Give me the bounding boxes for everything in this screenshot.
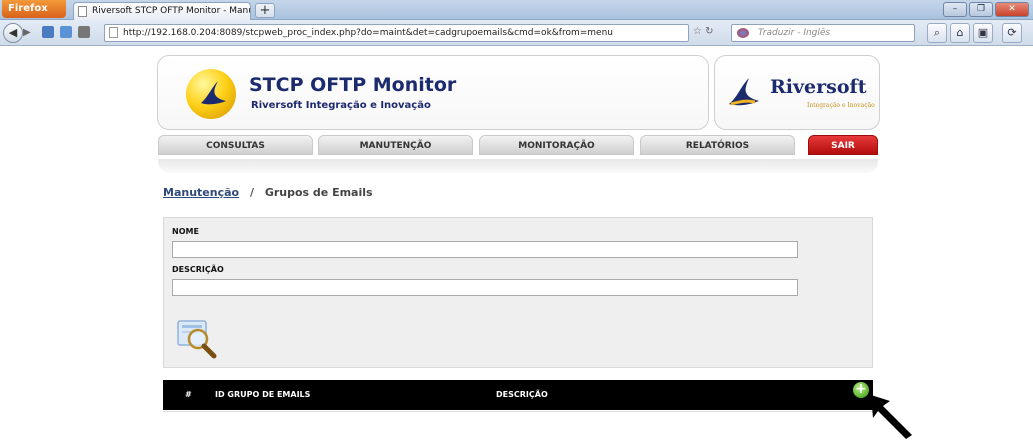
page-icon bbox=[78, 6, 87, 17]
new-tab-button[interactable]: + bbox=[255, 3, 275, 18]
home-icon[interactable]: ⌂ bbox=[950, 23, 970, 43]
column-id-grupo: ID GRUPO DE EMAILS bbox=[215, 390, 311, 399]
breadcrumb-manutencao[interactable]: Manutenção bbox=[163, 186, 239, 199]
plus-circle-icon[interactable]: + bbox=[853, 382, 869, 398]
star-icon[interactable]: ☆ bbox=[693, 26, 702, 37]
breadcrumb: Manutenção / Grupos de Emails bbox=[163, 186, 373, 199]
close-icon[interactable]: ✕ bbox=[995, 2, 1029, 17]
window-controls: – ❐ ✕ bbox=[943, 2, 1029, 17]
menu-manutencao[interactable]: MANUTENÇÃO bbox=[318, 135, 473, 155]
main-menu: CONSULTAS MANUTENÇÃO MONITORAÇÃO RELATÓR… bbox=[158, 135, 878, 155]
addons-icon[interactable]: ▣ bbox=[973, 23, 993, 43]
firefox-menu-button[interactable]: Firefox bbox=[2, 0, 66, 18]
search-bar[interactable]: Traduzir - Inglês bbox=[731, 24, 915, 42]
flag-icon bbox=[737, 28, 749, 38]
descricao-label: DESCRIÇÃO bbox=[172, 265, 224, 274]
menu-relatorios[interactable]: RELATÓRIOS bbox=[640, 135, 795, 155]
table-header: # ID GRUPO DE EMAILS DESCRIÇÃO + bbox=[163, 380, 873, 410]
menu-sair-button[interactable]: SAIR bbox=[808, 135, 878, 155]
search-icon[interactable]: ⌕ bbox=[927, 23, 947, 43]
url-text: http://192.168.0.204:8089/stcpweb_proc_i… bbox=[123, 28, 613, 38]
column-number: # bbox=[185, 390, 192, 399]
nome-label: NOME bbox=[172, 227, 199, 236]
browser-tab[interactable]: Riversoft STCP OFTP Monitor - Manuten... bbox=[73, 2, 251, 20]
logo-swoosh-icon bbox=[201, 81, 226, 105]
history-icon[interactable] bbox=[78, 26, 90, 38]
minimize-icon[interactable]: – bbox=[943, 2, 967, 17]
table-bottom-border bbox=[163, 411, 873, 412]
page-icon bbox=[109, 27, 118, 38]
app-title: STCP OFTP Monitor bbox=[249, 74, 457, 96]
nome-field[interactable] bbox=[172, 241, 798, 258]
menu-consultas[interactable]: CONSULTAS bbox=[158, 135, 313, 155]
descricao-field[interactable] bbox=[172, 279, 798, 296]
partner-name: Riversoft bbox=[770, 76, 867, 98]
app-subtitle: Riversoft Integração e Inovação bbox=[251, 100, 431, 111]
header-banner: STCP OFTP Monitor Riversoft Integração e… bbox=[157, 55, 709, 130]
page-content: STCP OFTP Monitor Riversoft Integração e… bbox=[0, 47, 1033, 446]
menu-monitoracao[interactable]: MONITORAÇÃO bbox=[479, 135, 634, 155]
sync-icon[interactable]: ⟳ bbox=[1002, 23, 1022, 43]
partner-logo: Riversoft Integração e Inovação bbox=[714, 55, 880, 130]
reload-icon[interactable]: ↻ bbox=[705, 26, 713, 37]
breadcrumb-current: Grupos de Emails bbox=[264, 186, 373, 199]
url-tools: ☆ ↻ bbox=[693, 26, 714, 37]
forward-arrow-icon[interactable]: ▶ bbox=[23, 26, 37, 40]
sidebar-icon[interactable] bbox=[60, 26, 72, 38]
maximize-icon[interactable]: ❐ bbox=[969, 2, 993, 17]
riversoft-logo-icon bbox=[729, 78, 759, 106]
browser-navbar: ◀ ▶ http://192.168.0.204:8089/stcpweb_pr… bbox=[0, 20, 1033, 46]
bookmark-icon[interactable] bbox=[42, 26, 54, 38]
menu-divider bbox=[158, 159, 878, 173]
search-placeholder: Traduzir - Inglês bbox=[758, 28, 831, 38]
tab-title: Riversoft STCP OFTP Monitor - Manuten... bbox=[92, 6, 250, 16]
back-arrow-icon[interactable]: ◀ bbox=[3, 23, 23, 43]
arrow-cursor-icon bbox=[871, 395, 912, 439]
browser-titlebar: Firefox Riversoft STCP OFTP Monitor - Ma… bbox=[0, 0, 1033, 20]
column-descricao: DESCRIÇÃO bbox=[496, 390, 548, 399]
url-bar[interactable]: http://192.168.0.204:8089/stcpweb_proc_i… bbox=[104, 24, 689, 42]
breadcrumb-separator: / bbox=[249, 186, 254, 199]
partner-tagline: Integração e Inovação bbox=[807, 102, 875, 109]
magnifier-icon[interactable] bbox=[174, 315, 220, 361]
filter-form: NOME DESCRIÇÃO bbox=[163, 217, 873, 368]
